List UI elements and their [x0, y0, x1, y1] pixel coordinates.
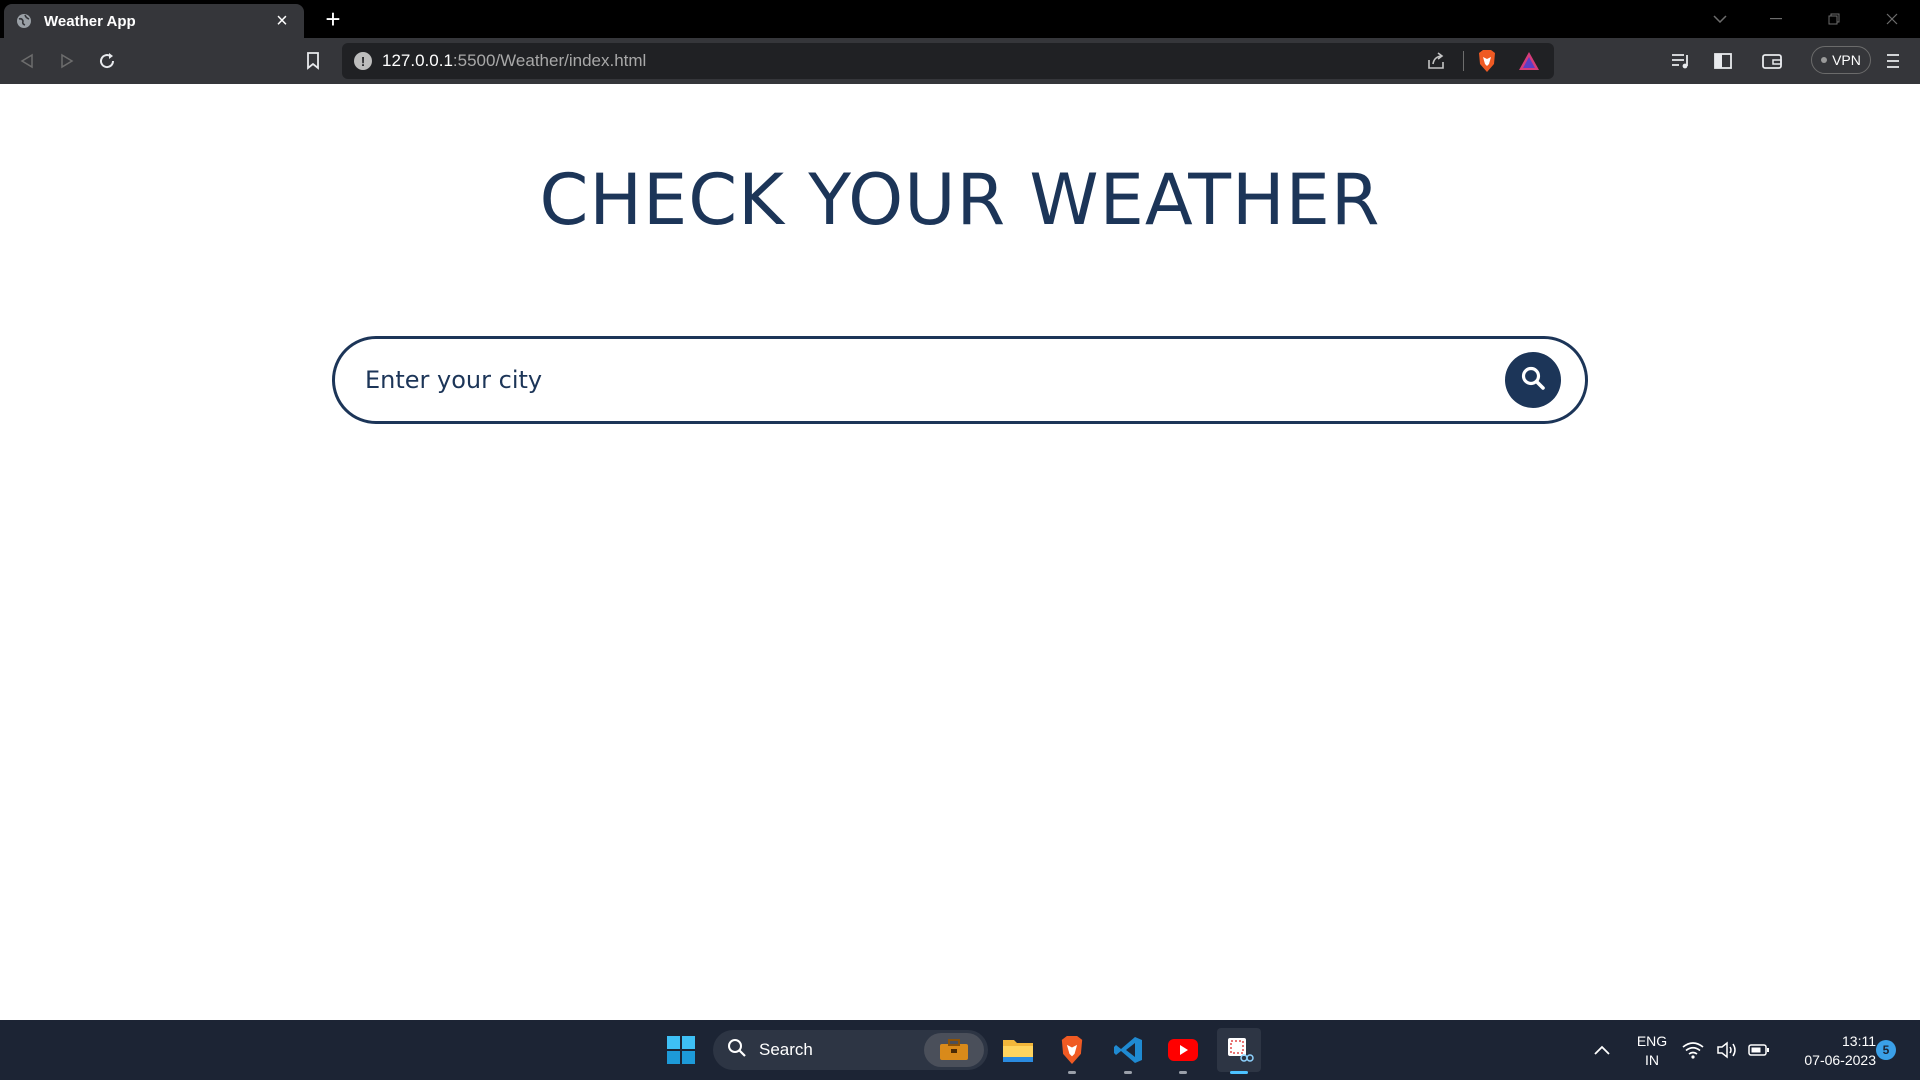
taskbar-search[interactable]: Search [713, 1030, 988, 1070]
running-indicator [1124, 1071, 1132, 1074]
site-info-icon[interactable]: ! [354, 52, 372, 70]
reload-button[interactable] [92, 46, 122, 76]
address-bar[interactable]: ! 127.0.0.1:5500/Weather/index.html [342, 43, 1554, 79]
restore-button[interactable] [1806, 0, 1862, 38]
taskbar-search-label: Search [759, 1040, 813, 1059]
snipping-tool-icon[interactable] [1217, 1028, 1261, 1074]
vscode-icon[interactable] [1108, 1030, 1148, 1074]
url-path: :5500/Weather/index.html [452, 51, 647, 70]
brave-shields-icon[interactable] [1476, 49, 1498, 78]
clock-date: 07-06-2023 [1804, 1052, 1876, 1068]
vpn-label: VPN [1832, 52, 1861, 68]
vpn-status-dot [1821, 57, 1828, 63]
city-search-bar [332, 336, 1588, 424]
brave-browser-icon[interactable] [1052, 1030, 1092, 1074]
wifi-icon[interactable] [1678, 1030, 1708, 1070]
taskbar-search-icon [727, 1038, 747, 1063]
notification-badge[interactable]: 5 [1876, 1040, 1896, 1060]
bookmark-icon[interactable] [298, 46, 328, 76]
globe-icon [16, 13, 32, 29]
language-indicator[interactable]: ENG IN [1626, 1032, 1678, 1070]
browser-tab[interactable]: Weather App × [4, 4, 304, 38]
vpn-button[interactable]: VPN [1811, 46, 1871, 74]
tab-strip: Weather App × + [0, 0, 1920, 38]
address-divider [1463, 51, 1464, 71]
new-tab-button[interactable]: + [320, 6, 346, 32]
minimize-button[interactable] [1748, 0, 1804, 38]
search-icon [1520, 365, 1546, 396]
brave-rewards-icon[interactable] [1518, 51, 1540, 76]
battery-icon[interactable] [1744, 1030, 1774, 1070]
url-host: 127.0.0.1 [382, 51, 453, 70]
clock-time: 13:11 [1842, 1033, 1876, 1049]
menu-icon[interactable] [1878, 46, 1908, 76]
browser-toolbar: ! 127.0.0.1:5500/Weather/index.html VPN [0, 38, 1920, 84]
file-explorer-icon[interactable] [998, 1030, 1038, 1070]
tab-close-icon[interactable]: × [272, 11, 292, 31]
running-indicator [1179, 1071, 1187, 1074]
language-code: ENG [1636, 1033, 1668, 1049]
active-indicator [1230, 1071, 1248, 1074]
sidebar-icon[interactable] [1708, 46, 1738, 76]
back-button[interactable] [12, 46, 42, 76]
windows-taskbar: Search ENG IN 13:11 07-06-2023 [0, 1020, 1920, 1080]
chevron-up-icon[interactable] [1582, 1030, 1622, 1070]
close-window-button[interactable] [1864, 0, 1920, 38]
page-title: CHECK YOUR WEATHER [539, 159, 1381, 241]
windows-start-icon[interactable] [661, 1030, 701, 1070]
web-page: CHECK YOUR WEATHER [0, 84, 1920, 1020]
playlist-icon[interactable] [1666, 46, 1696, 76]
city-input[interactable] [365, 366, 1505, 394]
forward-button[interactable] [52, 46, 82, 76]
volume-icon[interactable] [1712, 1030, 1742, 1070]
tab-title: Weather App [44, 12, 136, 30]
search-button[interactable] [1505, 352, 1561, 408]
clock[interactable]: 13:11 07-06-2023 [1782, 1032, 1876, 1070]
region-code: IN [1645, 1052, 1659, 1068]
briefcase-icon [924, 1033, 984, 1067]
wallet-icon[interactable] [1757, 46, 1787, 76]
youtube-icon[interactable] [1163, 1030, 1203, 1074]
running-indicator [1068, 1071, 1076, 1074]
share-icon[interactable] [1425, 50, 1447, 77]
tab-search-chevron-icon[interactable] [1692, 0, 1748, 38]
